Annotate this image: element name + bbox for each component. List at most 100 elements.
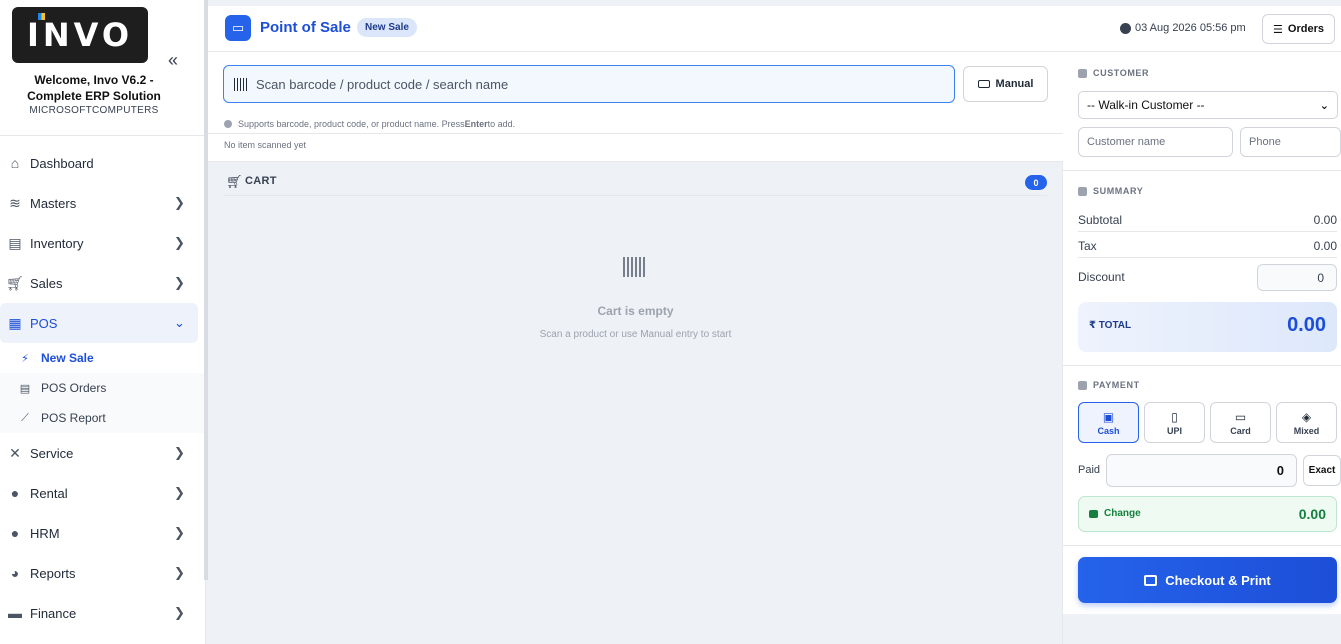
sidebar-subitem-pos-orders[interactable]: ▤ POS Orders [0, 373, 204, 403]
total-box: ₹ TOTAL 0.00 [1078, 302, 1337, 352]
receipt-icon: ▤ [19, 382, 31, 395]
sidebar-item-hrm[interactable]: ● HRM ❯ [0, 513, 204, 553]
sidebar-subitem-label: New Sale [41, 351, 94, 365]
discount-input[interactable] [1257, 264, 1337, 291]
sidebar-item-label: Finance [30, 605, 77, 621]
cash-register-icon: ▭ [225, 15, 251, 41]
payment-method-label: Cash [1097, 425, 1120, 436]
sidebar-nav: ⌂ Dashboard ≋ Masters ❯ ▤ Inventory ❯ 🛒︎… [0, 143, 204, 633]
sidebar-item-reports[interactable]: ◕ Reports ❯ [0, 553, 204, 593]
change-value: 0.00 [1298, 506, 1326, 522]
microphone-icon: ● [10, 485, 20, 501]
sidebar-divider [0, 135, 204, 136]
payment-method-card[interactable]: ▭ Card [1210, 402, 1271, 443]
change-label: Change [1089, 508, 1141, 519]
main-area: Manual Supports barcode, product code, o… [208, 52, 1063, 644]
payment-section-label: PAYMENT [1078, 380, 1140, 390]
chevron-right-icon: ❯ [174, 235, 185, 250]
sidebar-item-masters[interactable]: ≋ Masters ❯ [0, 183, 204, 223]
sidebar-item-pos[interactable]: ▦ POS ⌄ [0, 303, 198, 343]
cart-header: 🛒︎ CART 0 [224, 174, 1047, 196]
cart-icon: 🛒︎ [6, 274, 24, 291]
top-bar: ▭ Point of Sale New Sale 03 Aug 2026 05:… [208, 6, 1341, 52]
sidebar-item-inventory[interactable]: ▤ Inventory ❯ [0, 223, 204, 263]
cart-empty-title: Cart is empty [597, 304, 674, 318]
chevron-right-icon: ❯ [174, 565, 185, 580]
pie-chart-icon: ◕ [10, 565, 20, 581]
summary-label-text: SUMMARY [1093, 186, 1144, 196]
sidebar-subitem-label: POS Orders [41, 381, 107, 395]
customer-section-label: CUSTOMER [1078, 68, 1149, 78]
orders-button[interactable]: ☰ Orders [1262, 14, 1335, 44]
page-title: Point of Sale [260, 19, 351, 36]
logo[interactable]: INVO [12, 7, 148, 63]
manual-button-label: Manual [995, 78, 1034, 90]
scan-input[interactable] [256, 76, 936, 92]
credit-card-icon: ▭ [1234, 409, 1247, 424]
welcome-text: Welcome, Invo V6.2 - Complete ERP Soluti… [27, 73, 161, 103]
summary-section-label: SUMMARY [1078, 186, 1143, 196]
checkout-print-button[interactable]: Checkout & Print [1078, 557, 1337, 603]
sidebar-subitem-label: POS Report [41, 411, 106, 425]
cash-register-icon: ▦ [8, 314, 22, 331]
datetime-text: 03 Aug 2026 05:56 pm [1135, 22, 1246, 34]
sidebar-item-sales[interactable]: 🛒︎ Sales ❯ [0, 263, 204, 303]
customer-name-input[interactable] [1078, 127, 1233, 157]
hint-prefix: Supports barcode, product code, or produ… [238, 118, 465, 129]
line-chart-icon: ⟋ [21, 411, 29, 424]
chevron-right-icon: ❯ [174, 485, 185, 500]
scan-hint: Supports barcode, product code, or produ… [208, 114, 1063, 134]
orders-button-label: Orders [1287, 23, 1324, 35]
customer-select-value: -- Walk-in Customer -- [1087, 98, 1205, 112]
payment-method-label: Card [1230, 425, 1251, 436]
change-label-text: Change [1104, 508, 1141, 519]
sidebar-item-label: Dashboard [30, 155, 94, 171]
payment-method-label: UPI [1166, 425, 1182, 436]
collapse-sidebar-button[interactable]: « [168, 50, 178, 71]
chevron-right-icon: ❯ [174, 605, 185, 620]
list-icon: ☰ [1273, 23, 1283, 36]
clock-icon [1120, 22, 1131, 34]
paid-amount-input[interactable] [1106, 454, 1297, 487]
sidebar-subitem-new-sale[interactable]: ⚡︎ New Sale [0, 343, 204, 373]
customer-phone-input[interactable] [1240, 127, 1341, 157]
scan-search-box[interactable] [223, 65, 955, 103]
manual-entry-button[interactable]: Manual [963, 66, 1048, 102]
sidebar-item-rental[interactable]: ● Rental ❯ [0, 473, 204, 513]
total-value: 0.00 [1287, 314, 1326, 336]
sidebar-item-label: HRM [30, 525, 60, 541]
tax-value: 0.00 [1313, 238, 1337, 253]
discount-label: Discount [1078, 270, 1125, 284]
mobile-icon: ▯ [1171, 409, 1178, 424]
receipt-icon [1078, 186, 1087, 196]
sidebar-item-finance[interactable]: ▬ Finance ❯ [0, 593, 204, 633]
tax-row: Tax 0.00 [1078, 234, 1337, 258]
change-box: Change 0.00 [1078, 496, 1337, 532]
info-icon [224, 119, 232, 128]
exact-amount-button[interactable]: Exact [1303, 455, 1341, 486]
payment-method-cash[interactable]: ▣ Cash [1078, 402, 1139, 443]
subtotal-label: Subtotal [1078, 212, 1123, 227]
hint-suffix: to add. [487, 118, 516, 129]
subtotal-value: 0.00 [1313, 212, 1337, 227]
payment-method-mixed[interactable]: ◈ Mixed [1276, 402, 1337, 443]
layers-icon: ◈ [1301, 409, 1312, 424]
sidebar-item-service[interactable]: ✕ Service ❯ [0, 433, 204, 473]
chevron-right-icon: ❯ [174, 275, 185, 290]
status-badge: New Sale [357, 18, 417, 37]
database-icon: ≋ [9, 194, 21, 211]
user-icon [1078, 68, 1087, 78]
tax-label: Tax [1078, 238, 1097, 253]
payment-method-upi[interactable]: ▯ UPI [1144, 402, 1205, 443]
user-tie-icon: ● [10, 525, 20, 541]
home-icon: ⌂ [10, 155, 20, 171]
cart-empty-subtitle: Scan a product or use Manual entry to st… [539, 329, 732, 340]
sidebar-item-label: Service [30, 445, 74, 461]
customer-select[interactable]: -- Walk-in Customer -- ⌄ [1078, 91, 1338, 119]
hint-key: Enter [464, 118, 488, 129]
sidebar-item-dashboard[interactable]: ⌂ Dashboard [0, 143, 204, 183]
cart-title: CART [245, 175, 277, 187]
sidebar-subitem-pos-report[interactable]: ⟋ POS Report [0, 403, 204, 433]
scan-panel: Manual Supports barcode, product code, o… [208, 52, 1063, 162]
chevron-down-icon: ⌄ [1319, 99, 1329, 112]
